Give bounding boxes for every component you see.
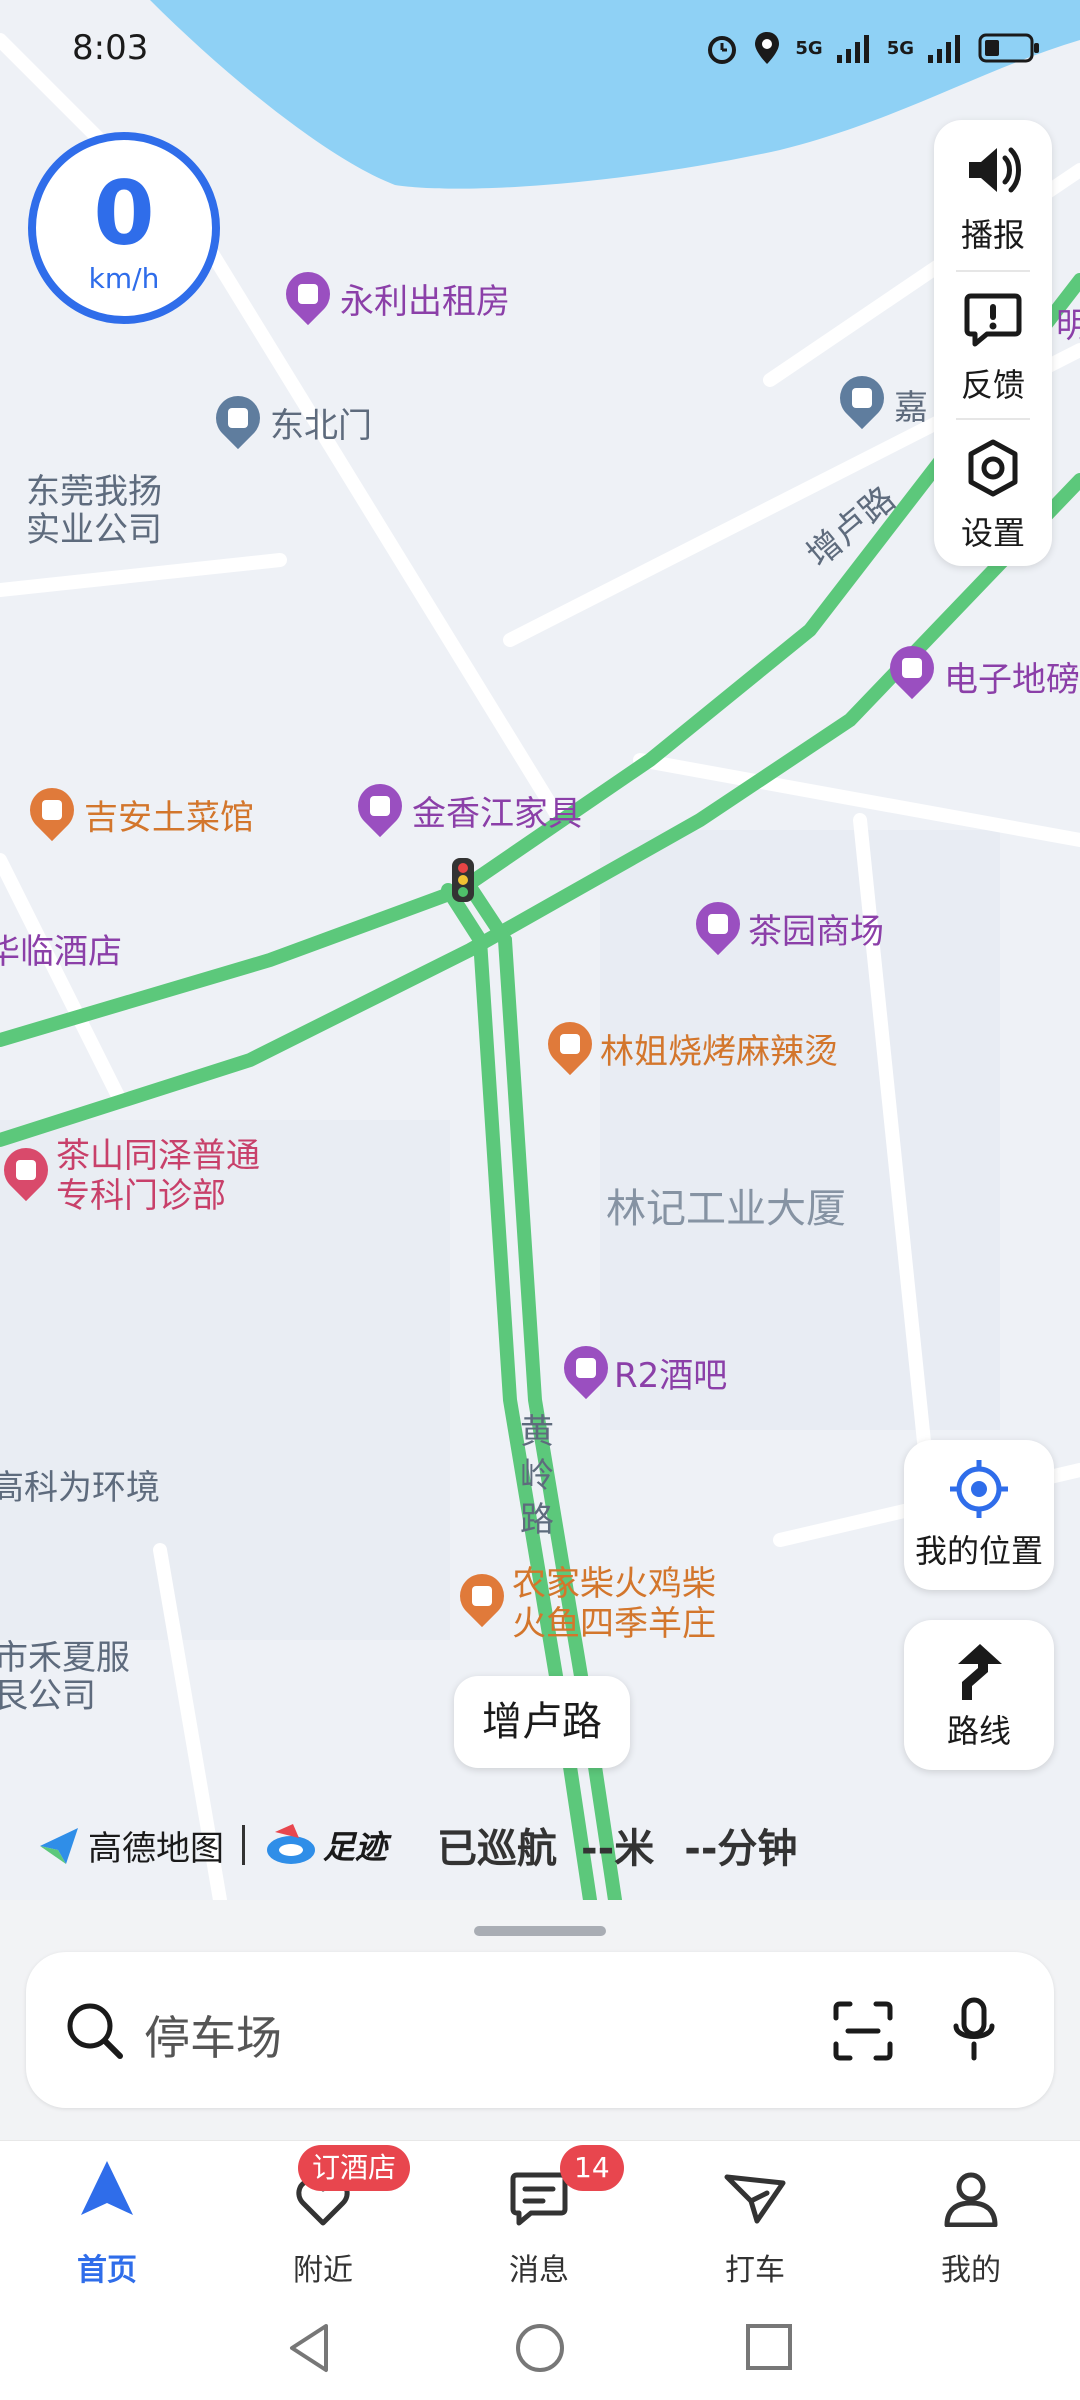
bottom-nav: 首页 订酒店 附近 14 消息 打车 我的 bbox=[0, 2140, 1080, 2301]
poi-label[interactable]: 专科门诊部 bbox=[56, 1168, 226, 1217]
poi-label[interactable]: 嘉 bbox=[894, 380, 928, 429]
scan-icon[interactable] bbox=[832, 2000, 894, 2062]
search-input[interactable]: 停车场 bbox=[144, 2002, 282, 2068]
cruise-time: --分钟 bbox=[684, 1826, 798, 1872]
poi-label[interactable]: 东北门 bbox=[270, 398, 372, 447]
route-arrow-icon bbox=[958, 1644, 1002, 1700]
poi-label[interactable]: 实业公司 bbox=[26, 502, 162, 551]
feedback-label: 反馈 bbox=[960, 366, 1025, 404]
settings-label: 设置 bbox=[960, 514, 1025, 552]
poi-label[interactable]: 林姐烧烤麻辣烫 bbox=[600, 1024, 838, 1073]
network-type-label: 5G bbox=[795, 37, 823, 59]
divider bbox=[242, 1825, 245, 1865]
signal-icon bbox=[836, 35, 869, 63]
route-label: 路线 bbox=[946, 1712, 1011, 1750]
status-time: 8:03 bbox=[72, 28, 149, 68]
speed-unit: km/h bbox=[88, 262, 160, 295]
tab-label: 打车 bbox=[725, 2253, 785, 2288]
search-bar[interactable]: 停车场 bbox=[26, 1952, 1054, 2108]
microphone-icon[interactable] bbox=[950, 1996, 998, 2062]
feedback-icon bbox=[964, 293, 1022, 347]
hotel-promo-badge: 订酒店 bbox=[298, 2145, 411, 2191]
poi-label[interactable]: 华临酒店 bbox=[0, 924, 122, 973]
poi-label[interactable]: 电子地磅 bbox=[944, 652, 1080, 701]
broadcast-label: 播报 bbox=[960, 216, 1025, 254]
message-icon bbox=[510, 2172, 568, 2226]
tab-home[interactable]: 首页 bbox=[32, 2157, 182, 2297]
alarm-icon bbox=[708, 36, 737, 64]
gear-icon bbox=[968, 439, 1018, 497]
unread-count-badge: 14 bbox=[560, 2145, 624, 2191]
route-button[interactable]: 路线 bbox=[904, 1620, 1054, 1770]
tab-profile[interactable]: 我的 bbox=[896, 2157, 1046, 2297]
poi-label[interactable]: 永利出租房 bbox=[340, 274, 510, 323]
cruise-label: 已巡航 bbox=[437, 1826, 558, 1872]
network-type-label: 5G bbox=[886, 37, 914, 59]
battery-icon bbox=[978, 33, 1039, 63]
location-icon bbox=[755, 32, 780, 64]
current-road-chip: 增卢路 bbox=[454, 1676, 630, 1768]
speed-value: 0 bbox=[93, 162, 155, 265]
taxi-icon bbox=[724, 2174, 786, 2224]
map-toolbar: 播报 反馈 设置 bbox=[934, 120, 1052, 566]
poi-label[interactable]: 明 bbox=[1056, 298, 1080, 347]
broadcast-button[interactable]: 播报 bbox=[934, 120, 1052, 268]
poi-label[interactable]: 艮公司 bbox=[0, 1668, 96, 1717]
user-icon bbox=[944, 2172, 998, 2227]
tab-label: 附近 bbox=[293, 2253, 353, 2288]
poi-label[interactable]: 火鱼四季羊庄 bbox=[512, 1596, 716, 1645]
locate-icon bbox=[950, 1460, 1008, 1518]
tab-taxi[interactable]: 打车 bbox=[680, 2157, 830, 2297]
tab-label: 首页 bbox=[77, 2253, 137, 2288]
tab-label: 我的 bbox=[941, 2253, 1001, 2288]
building-label[interactable]: 林记工业大厦 bbox=[606, 1176, 846, 1234]
amap-brand-label: 高德地图 bbox=[88, 1828, 224, 1869]
back-icon[interactable] bbox=[284, 2320, 334, 2376]
poi-label[interactable]: 茶园商场 bbox=[748, 904, 884, 953]
my-location-button[interactable]: 我的位置 bbox=[904, 1440, 1054, 1590]
home-navigation-icon bbox=[81, 2161, 133, 2215]
poi-label[interactable]: 金香江家具 bbox=[412, 786, 582, 835]
my-location-label: 我的位置 bbox=[914, 1532, 1043, 1570]
speedometer: 0 km/h bbox=[28, 132, 220, 324]
speaker-icon bbox=[969, 147, 1021, 193]
feedback-button[interactable]: 反馈 bbox=[934, 270, 1052, 418]
sheet-handle[interactable] bbox=[474, 1926, 606, 1936]
cruise-distance: --米 bbox=[581, 1826, 655, 1872]
search-icon bbox=[67, 2003, 123, 2059]
system-nav-bar bbox=[0, 2300, 1080, 2400]
status-icons: 5G 5G bbox=[705, 30, 1040, 66]
settings-button[interactable]: 设置 bbox=[934, 418, 1052, 566]
road-label-huangling: 黄岭路 bbox=[520, 1412, 554, 1540]
amap-logo-icon bbox=[40, 1828, 78, 1864]
tab-messages[interactable]: 14 消息 bbox=[464, 2145, 624, 2297]
signal-icon bbox=[928, 35, 960, 63]
footprint-brand-label: 足迹 bbox=[323, 1828, 388, 1866]
home-icon[interactable] bbox=[512, 2320, 568, 2376]
poi-label[interactable]: 高科为环境 bbox=[0, 1460, 160, 1509]
poi-label[interactable]: 吉安土菜馆 bbox=[84, 790, 254, 839]
cruise-info-bar: 高德地图 足迹 已巡航 --米 --分钟 bbox=[36, 1810, 797, 1880]
tab-nearby[interactable]: 订酒店 附近 bbox=[248, 2145, 411, 2297]
tab-label: 消息 bbox=[509, 2253, 569, 2288]
recents-icon[interactable] bbox=[744, 2322, 794, 2372]
poi-label[interactable]: R2酒吧 bbox=[614, 1348, 727, 1397]
footprint-logo-icon bbox=[267, 1824, 315, 1864]
